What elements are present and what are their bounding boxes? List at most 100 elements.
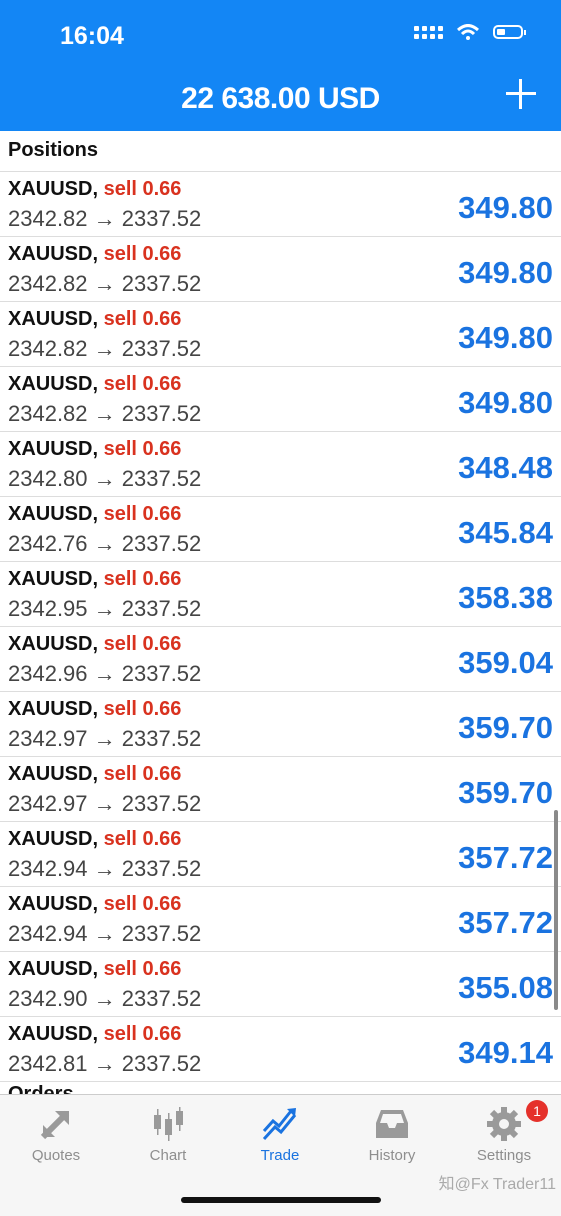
trade-side: sell 0.66: [103, 178, 182, 200]
profit-value: 349.80: [458, 385, 553, 420]
orders-title: Orders: [8, 1084, 74, 1094]
tab-label: Trade: [260, 1147, 300, 1164]
trade-side: sell 0.66: [103, 893, 182, 915]
battery-icon: [493, 25, 526, 39]
position-row[interactable]: XAUUSD, sell 0.66 2342.94 → 2337.52 357.72: [0, 822, 561, 887]
trade-side: sell 0.66: [103, 763, 182, 785]
quotes-icon: [40, 1110, 70, 1140]
profit-value: 357.72: [458, 905, 553, 940]
symbol-label: XAUUSD,: [8, 438, 99, 460]
position-row[interactable]: XAUUSD, sell 0.66 2342.76 → 2337.52 345.84: [0, 497, 561, 562]
profit-value: 345.84: [458, 515, 553, 550]
profit-value: 359.70: [458, 775, 553, 810]
position-row[interactable]: XAUUSD, sell 0.66 2342.97 → 2337.52 359.70: [0, 692, 561, 757]
trade-side: sell 0.66: [103, 698, 182, 720]
tab-chart[interactable]: Chart: [112, 1095, 224, 1185]
symbol-label: XAUUSD,: [8, 503, 99, 525]
profit-value: 358.38: [458, 580, 553, 615]
position-symbol: XAUUSD, sell 0.66: [8, 893, 181, 916]
trade-side: sell 0.66: [103, 373, 182, 395]
symbol-label: XAUUSD,: [8, 243, 99, 265]
profit-value: 357.72: [458, 840, 553, 875]
price-range: 2342.90 → 2337.52: [8, 986, 202, 1011]
symbol-label: XAUUSD,: [8, 568, 99, 590]
trade-side: sell 0.66: [103, 503, 182, 525]
symbol-label: XAUUSD,: [8, 633, 99, 655]
profit-value: 348.48: [458, 450, 553, 485]
price-range: 2342.82 → 2337.52: [8, 206, 202, 231]
price-range: 2342.96 → 2337.52: [8, 661, 202, 686]
price-range: 2342.82 → 2337.52: [8, 271, 202, 296]
price-range: 2342.76 → 2337.52: [8, 531, 202, 556]
tab-label: Chart: [149, 1147, 187, 1164]
position-row[interactable]: XAUUSD, sell 0.66 2342.82 → 2337.52 349.80: [0, 237, 561, 302]
tab-history[interactable]: History: [336, 1095, 448, 1185]
profit-value: 359.70: [458, 710, 553, 745]
scrollbar[interactable]: [554, 810, 558, 1010]
profit-value: 359.04: [458, 645, 553, 680]
cellular-signal-icon: [414, 25, 443, 39]
tab-trade[interactable]: Trade: [224, 1095, 336, 1185]
symbol-label: XAUUSD,: [8, 308, 99, 330]
notification-badge: 1: [526, 1100, 548, 1122]
price-range: 2342.94 → 2337.52: [8, 856, 202, 881]
price-range: 2342.97 → 2337.52: [8, 726, 202, 751]
position-row[interactable]: XAUUSD, sell 0.66 2342.82 → 2337.52 349.80: [0, 367, 561, 432]
position-symbol: XAUUSD, sell 0.66: [8, 1023, 181, 1046]
home-indicator[interactable]: [181, 1197, 381, 1203]
position-symbol: XAUUSD, sell 0.66: [8, 568, 181, 591]
symbol-label: XAUUSD,: [8, 698, 99, 720]
symbol-label: XAUUSD,: [8, 893, 99, 915]
profit-value: 349.80: [458, 320, 553, 355]
history-icon: [376, 1110, 408, 1138]
new-order-button[interactable]: [506, 79, 536, 109]
profit-value: 349.80: [458, 190, 553, 225]
position-symbol: XAUUSD, sell 0.66: [8, 698, 181, 721]
profit-value: 349.14: [458, 1035, 553, 1070]
position-row[interactable]: XAUUSD, sell 0.66 2342.81 → 2337.52 349.14: [0, 1017, 561, 1082]
position-row[interactable]: XAUUSD, sell 0.66 2342.94 → 2337.52 357.72: [0, 887, 561, 952]
position-row[interactable]: XAUUSD, sell 0.66 2342.82 → 2337.52 349.80: [0, 302, 561, 367]
position-row[interactable]: XAUUSD, sell 0.66 2342.95 → 2337.52 358.38: [0, 562, 561, 627]
price-range: 2342.82 → 2337.52: [8, 401, 202, 426]
position-row[interactable]: XAUUSD, sell 0.66 2342.80 → 2337.52 348.48: [0, 432, 561, 497]
trade-side: sell 0.66: [103, 1023, 182, 1045]
trade-side: sell 0.66: [103, 438, 182, 460]
position-symbol: XAUUSD, sell 0.66: [8, 178, 181, 201]
trade-side: sell 0.66: [103, 828, 182, 850]
trade-side: sell 0.66: [103, 308, 182, 330]
price-range: 2342.95 → 2337.52: [8, 596, 202, 621]
status-icons: [414, 24, 526, 40]
positions-title: Positions: [8, 139, 99, 161]
position-row[interactable]: XAUUSD, sell 0.66 2342.97 → 2337.52 359.70: [0, 757, 561, 822]
position-row[interactable]: XAUUSD, sell 0.66 2342.96 → 2337.52 359.04: [0, 627, 561, 692]
profit-value: 349.80: [458, 255, 553, 290]
chart-icon: [154, 1107, 183, 1141]
trade-icon: [262, 1108, 297, 1141]
position-symbol: XAUUSD, sell 0.66: [8, 828, 181, 851]
trade-side: sell 0.66: [103, 568, 182, 590]
position-symbol: XAUUSD, sell 0.66: [8, 633, 181, 656]
trade-side: sell 0.66: [103, 958, 182, 980]
symbol-label: XAUUSD,: [8, 373, 99, 395]
symbol-label: XAUUSD,: [8, 828, 99, 850]
profit-value: 355.08: [458, 970, 553, 1005]
symbol-label: XAUUSD,: [8, 178, 99, 200]
price-range: 2342.94 → 2337.52: [8, 921, 202, 946]
position-symbol: XAUUSD, sell 0.66: [8, 503, 181, 526]
wifi-icon: [457, 24, 479, 40]
status-time: 16:04: [60, 22, 124, 50]
watermark: 知@Fx Trader11: [438, 1176, 556, 1193]
tab-quotes[interactable]: Quotes: [0, 1095, 112, 1185]
positions-list: XAUUSD, sell 0.66 2342.82 → 2337.52 349.80…: [0, 172, 561, 1082]
tab-label: Settings: [476, 1147, 532, 1164]
position-symbol: XAUUSD, sell 0.66: [8, 438, 181, 461]
position-row[interactable]: XAUUSD, sell 0.66 2342.82 → 2337.52 349.80: [0, 172, 561, 237]
tab-label: History: [368, 1147, 416, 1164]
trade-side: sell 0.66: [103, 243, 182, 265]
position-symbol: XAUUSD, sell 0.66: [8, 308, 181, 331]
price-range: 2342.80 → 2337.52: [8, 466, 202, 491]
top-bar: 16:04 22 638.00 USD: [0, 0, 561, 131]
trade-side: sell 0.66: [103, 633, 182, 655]
position-row[interactable]: XAUUSD, sell 0.66 2342.90 → 2337.52 355.08: [0, 952, 561, 1017]
